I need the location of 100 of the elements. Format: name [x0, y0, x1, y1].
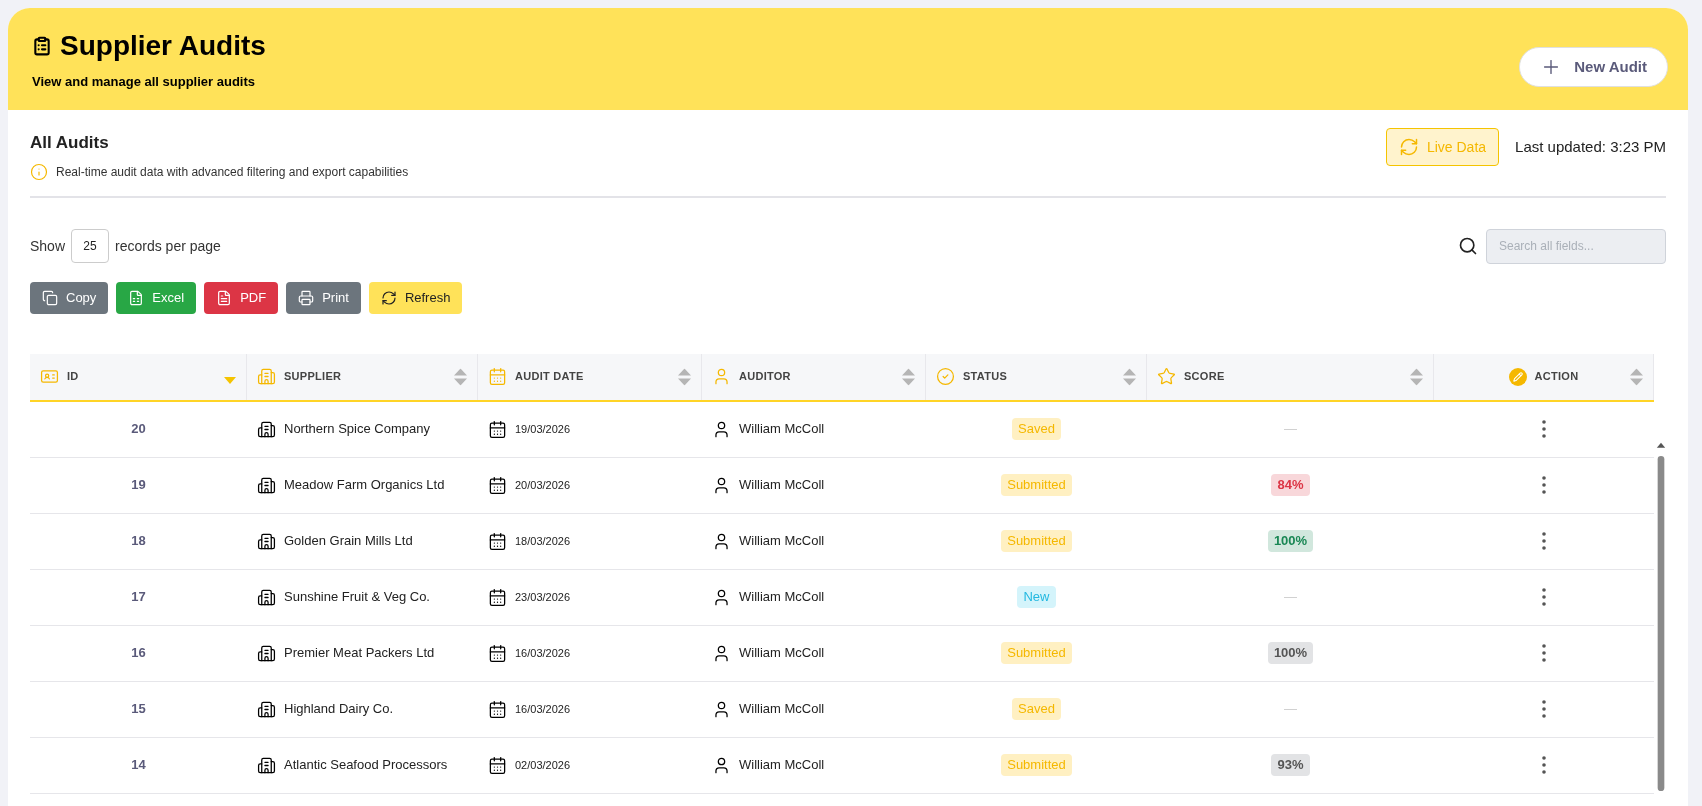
- pdf-button[interactable]: PDF: [204, 281, 279, 314]
- refresh-button[interactable]: Refresh: [368, 281, 463, 314]
- calendar-icon: [488, 699, 507, 719]
- more-vertical-icon: [1542, 588, 1546, 606]
- page-title: Supplier Audits: [60, 30, 266, 62]
- auditor-name: William McColl: [739, 532, 825, 551]
- calendar-icon: [488, 419, 507, 439]
- user-icon: [712, 587, 731, 607]
- table-row[interactable]: 20 Northern Spice Company 19/03/2026 William McColl Saved —: [30, 401, 1654, 458]
- check-circle-icon: [936, 367, 955, 386]
- table-row[interactable]: 19 Meadow Farm Organics Ltd 20/03/2026 William McColl Submitted 84%: [30, 457, 1654, 514]
- id-card-icon: [40, 367, 59, 386]
- printer-icon: [298, 289, 315, 306]
- auditor-name: William McColl: [739, 476, 825, 495]
- empty-score-dash: —: [1284, 588, 1297, 607]
- auditor-name: William McColl: [739, 588, 825, 607]
- empty-score-dash: —: [1284, 700, 1297, 719]
- refresh-icon: [380, 289, 397, 306]
- user-icon: [712, 643, 731, 663]
- row-menu-button[interactable]: [1540, 698, 1548, 720]
- user-icon: [712, 699, 731, 719]
- info-icon: [30, 162, 48, 181]
- building-icon: [257, 531, 276, 551]
- id-text: 14: [131, 756, 146, 775]
- audit-date: 23/03/2026: [515, 589, 571, 605]
- more-vertical-icon: [1542, 756, 1546, 774]
- calendar-icon: [488, 643, 507, 663]
- user-icon: [712, 531, 731, 551]
- calendar-icon: [488, 475, 507, 495]
- row-menu-button[interactable]: [1540, 586, 1548, 608]
- table-row[interactable]: 15 Highland Dairy Co. 16/03/2026 William McColl Saved —: [30, 681, 1654, 738]
- audit-date: 18/03/2026: [515, 533, 571, 549]
- show-label: Show: [30, 236, 66, 256]
- more-vertical-icon: [1542, 532, 1546, 550]
- column-header[interactable]: AUDITOR: [702, 353, 926, 400]
- supplier-name: Meadow Farm Organics Ltd: [284, 476, 445, 495]
- more-vertical-icon: [1542, 420, 1546, 438]
- calendar-icon: [488, 755, 507, 775]
- print-button[interactable]: Print: [286, 281, 361, 314]
- empty-score-dash: —: [1284, 420, 1297, 439]
- status-badge: Saved: [1012, 698, 1061, 720]
- building-icon: [257, 419, 276, 439]
- calendar-icon: [488, 587, 507, 607]
- document-icon: [216, 289, 233, 306]
- calendar-icon: [488, 531, 507, 551]
- user-icon: [712, 419, 731, 439]
- last-updated-text: Last updated: 3:23 PM: [1515, 137, 1666, 157]
- status-badge: Saved: [1012, 418, 1061, 440]
- column-header[interactable]: STATUS: [926, 353, 1147, 400]
- page-size-field[interactable]: 25: [71, 229, 110, 263]
- user-icon: [712, 367, 731, 386]
- page-subtitle: View and manage all supplier audits: [32, 73, 256, 91]
- auditor-name: William McColl: [739, 644, 825, 663]
- status-badge: Submitted: [1001, 754, 1072, 776]
- building-icon: [257, 587, 276, 607]
- row-menu-button[interactable]: [1540, 530, 1548, 552]
- more-vertical-icon: [1542, 476, 1546, 494]
- column-header[interactable]: SCORE: [1147, 353, 1434, 400]
- table-row[interactable]: 17 Sunshine Fruit & Veg Co. 23/03/2026 William McColl New —: [30, 569, 1654, 626]
- building-icon: [257, 367, 276, 386]
- column-header[interactable]: ID: [30, 353, 247, 400]
- status-badge: New: [1017, 586, 1056, 608]
- search-field[interactable]: Search all fields...: [1486, 228, 1666, 264]
- score-badge: 93%: [1271, 754, 1310, 776]
- row-menu-button[interactable]: [1540, 754, 1548, 776]
- audit-date: 16/03/2026: [515, 701, 571, 717]
- copy-button[interactable]: Copy: [30, 281, 109, 314]
- supplier-name: Northern Spice Company: [284, 420, 430, 439]
- new-audit-button[interactable]: New Audit: [1519, 47, 1668, 87]
- auditor-name: William McColl: [739, 756, 825, 775]
- building-icon: [257, 643, 276, 663]
- supplier-name: Highland Dairy Co.: [284, 700, 394, 719]
- building-icon: [257, 475, 276, 495]
- supplier-name: Premier Meat Packers Ltd: [284, 644, 435, 663]
- user-icon: [712, 755, 731, 775]
- row-menu-button[interactable]: [1540, 474, 1548, 496]
- row-menu-button[interactable]: [1540, 642, 1548, 664]
- score-badge: 100%: [1267, 530, 1314, 552]
- id-text: 16: [131, 644, 146, 663]
- table-row[interactable]: 14 Atlantic Seafood Processors 02/03/2026 William McColl Submitted 93%: [30, 737, 1654, 794]
- id-text: 18: [131, 532, 146, 551]
- column-header[interactable]: SUPPLIER: [247, 353, 478, 400]
- audit-date: 19/03/2026: [515, 421, 571, 437]
- records-per-page-label: records per page: [115, 236, 221, 256]
- status-badge: Submitted: [1001, 474, 1072, 496]
- column-header[interactable]: AUDIT DATE: [478, 353, 702, 400]
- building-icon: [257, 699, 276, 719]
- score-badge: 84%: [1271, 474, 1310, 496]
- more-vertical-icon: [1542, 700, 1546, 718]
- table-row[interactable]: 18 Golden Grain Mills Ltd 18/03/2026 William McColl Submitted 100%: [30, 513, 1654, 570]
- id-text: 17: [131, 588, 146, 607]
- more-vertical-icon: [1542, 644, 1546, 662]
- building-icon: [257, 755, 276, 775]
- column-header[interactable]: ACTION: [1434, 353, 1654, 400]
- table-row[interactable]: 16 Premier Meat Packers Ltd 16/03/2026 William McColl Submitted 100%: [30, 625, 1654, 682]
- status-badge: Submitted: [1001, 642, 1072, 664]
- status-badge: Submitted: [1001, 530, 1072, 552]
- audit-date: 20/03/2026: [515, 477, 571, 493]
- row-menu-button[interactable]: [1540, 418, 1548, 440]
- supplier-name: Golden Grain Mills Ltd: [284, 532, 413, 551]
